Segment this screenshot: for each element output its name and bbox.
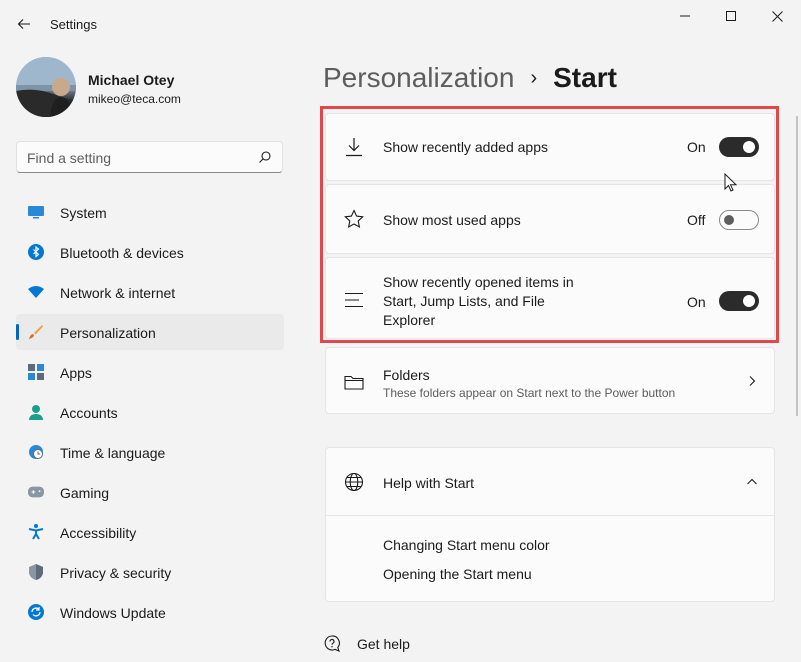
sidebar-item-gaming[interactable]: Gaming bbox=[16, 474, 284, 510]
page-title: Start bbox=[553, 62, 617, 93]
user-name: Michael Otey bbox=[88, 72, 175, 88]
setting-label-line: Explorer bbox=[383, 312, 436, 328]
maximize-button[interactable] bbox=[708, 4, 754, 28]
search-icon[interactable] bbox=[258, 150, 272, 164]
help-chat-icon bbox=[324, 635, 340, 652]
user-email: mikeo@teca.com bbox=[88, 92, 181, 106]
folders-setting[interactable]: Folders These folders appear on Start ne… bbox=[325, 347, 775, 414]
setting-label: Show most used apps bbox=[383, 212, 521, 228]
setting-label-line: Start, Jump Lists, and File bbox=[383, 293, 545, 309]
sidebar-item-network[interactable]: Network & internet bbox=[16, 274, 284, 310]
setting-most-used-apps: Show most used apps Off bbox=[325, 184, 775, 254]
get-help-label: Get help bbox=[357, 636, 410, 652]
brush-icon bbox=[28, 324, 44, 340]
recently-added-apps-toggle[interactable] bbox=[719, 137, 759, 157]
monitor-icon bbox=[28, 204, 44, 220]
sidebar-item-label: Personalization bbox=[60, 325, 156, 341]
toggle-state-label: On bbox=[687, 294, 706, 310]
help-link-start-menu-color[interactable]: Changing Start menu color bbox=[383, 537, 550, 553]
sidebar-item-label: Privacy & security bbox=[60, 565, 172, 581]
close-button[interactable] bbox=[754, 4, 800, 28]
arrow-left-icon bbox=[17, 19, 30, 29]
setting-label: Show recently added apps bbox=[383, 139, 548, 155]
sidebar-item-accessibility[interactable]: Accessibility bbox=[16, 514, 284, 550]
sidebar-item-apps[interactable]: Apps bbox=[16, 354, 284, 390]
sidebar-item-label: Gaming bbox=[60, 485, 110, 501]
help-link-opening-start-menu[interactable]: Opening the Start menu bbox=[383, 566, 532, 582]
folder-icon bbox=[344, 372, 364, 392]
search-input[interactable] bbox=[27, 149, 247, 167]
app-title: Settings bbox=[50, 17, 97, 32]
person-icon bbox=[28, 404, 44, 420]
sidebar-item-label: System bbox=[60, 205, 107, 221]
close-icon bbox=[771, 10, 783, 22]
breadcrumb-separator: › bbox=[530, 66, 538, 89]
sidebar-item-label: Accounts bbox=[60, 405, 118, 421]
search-box[interactable] bbox=[16, 141, 283, 173]
get-help-link[interactable]: Get help bbox=[323, 633, 410, 655]
list-icon bbox=[344, 290, 364, 310]
setting-label: Show recently opened items in Start, Jum… bbox=[383, 273, 574, 330]
download-icon bbox=[344, 137, 364, 157]
sidebar-item-system[interactable]: System bbox=[16, 194, 284, 230]
globe-icon bbox=[344, 472, 364, 492]
avatar bbox=[16, 57, 76, 117]
maximize-icon bbox=[726, 11, 736, 21]
user-profile[interactable]: Michael Otey mikeo@teca.com bbox=[16, 57, 296, 117]
breadcrumb: Personalization › Start bbox=[323, 58, 617, 98]
sidebar-item-label: Time & language bbox=[60, 445, 166, 461]
chevron-right-icon bbox=[749, 376, 756, 386]
shield-icon bbox=[28, 564, 44, 580]
most-used-apps-toggle[interactable] bbox=[719, 210, 759, 230]
mouse-cursor-icon bbox=[724, 173, 738, 192]
sidebar-item-time-language[interactable]: Time & language bbox=[16, 434, 284, 470]
setting-recently-opened-items: Show recently opened items in Start, Jum… bbox=[325, 257, 775, 339]
minimize-button[interactable] bbox=[662, 4, 708, 28]
recently-opened-items-toggle[interactable] bbox=[719, 291, 759, 311]
toggle-state-label: Off bbox=[687, 212, 706, 228]
sidebar-nav: System Bluetooth & devices Network & int… bbox=[16, 194, 284, 634]
toggle-state-label: On bbox=[687, 139, 706, 155]
setting-recently-added-apps: Show recently added apps On bbox=[325, 113, 775, 181]
avatar-photo bbox=[16, 57, 76, 117]
wifi-icon bbox=[28, 284, 44, 300]
title-bar: Settings bbox=[0, 0, 801, 48]
folders-title: Folders bbox=[383, 367, 430, 383]
star-icon bbox=[344, 209, 364, 229]
scrollbar[interactable] bbox=[796, 116, 798, 416]
bluetooth-icon bbox=[28, 244, 44, 260]
apps-icon bbox=[28, 364, 44, 380]
globe-clock-icon bbox=[28, 444, 44, 460]
sidebar-item-label: Bluetooth & devices bbox=[60, 245, 184, 261]
breadcrumb-parent[interactable]: Personalization bbox=[323, 62, 514, 94]
sidebar-item-personalization[interactable]: Personalization bbox=[16, 314, 284, 350]
refresh-icon bbox=[28, 604, 44, 620]
folders-description: These folders appear on Start next to th… bbox=[383, 386, 676, 400]
sidebar-item-label: Windows Update bbox=[60, 605, 166, 621]
sidebar-item-label: Accessibility bbox=[60, 525, 137, 541]
accessibility-icon bbox=[28, 524, 44, 540]
sidebar-item-label: Apps bbox=[60, 365, 92, 381]
sidebar-item-bluetooth[interactable]: Bluetooth & devices bbox=[16, 234, 284, 270]
gamepad-icon bbox=[28, 484, 44, 500]
sidebar-item-windows-update[interactable]: Windows Update bbox=[16, 594, 284, 630]
back-button[interactable] bbox=[12, 12, 36, 36]
help-title: Help with Start bbox=[383, 475, 475, 491]
minimize-icon bbox=[680, 15, 690, 17]
chevron-up-icon[interactable] bbox=[746, 476, 758, 488]
setting-label-line: Show recently opened items in bbox=[383, 274, 574, 290]
sidebar-item-privacy[interactable]: Privacy & security bbox=[16, 554, 284, 590]
sidebar-item-accounts[interactable]: Accounts bbox=[16, 394, 284, 430]
sidebar-item-label: Network & internet bbox=[60, 285, 176, 301]
help-expander-header[interactable]: Help with Start bbox=[326, 448, 774, 516]
